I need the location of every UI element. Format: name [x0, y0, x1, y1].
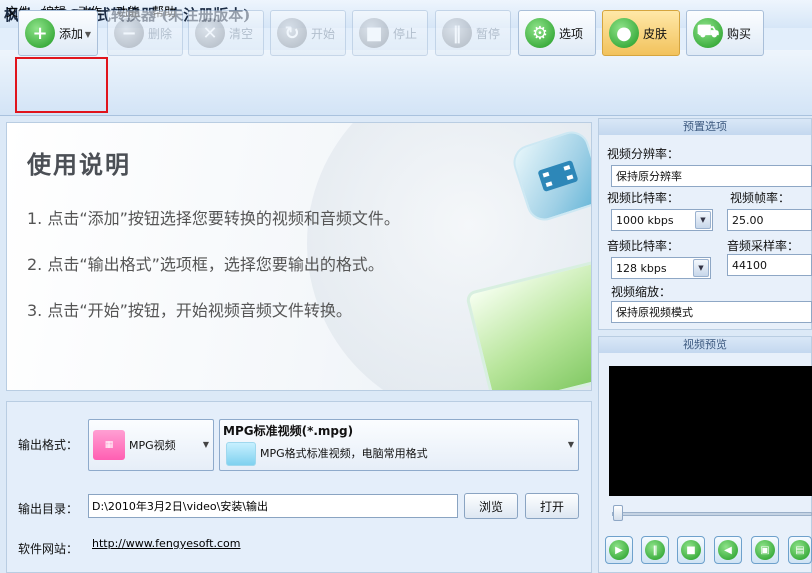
- play-icon: ▶: [609, 540, 629, 560]
- cart-icon: ⛟: [693, 18, 723, 48]
- start-label: 开始: [311, 26, 336, 41]
- x-icon: ✕: [195, 18, 225, 48]
- output-dir-input[interactable]: [88, 494, 458, 518]
- start-button[interactable]: ↻ 开始: [270, 10, 346, 56]
- samplerate-select[interactable]: 44100: [727, 254, 812, 276]
- preview-pause-button[interactable]: ‖: [641, 536, 669, 564]
- screen-icon: ▣: [755, 540, 775, 560]
- format-description: MPG格式标准视频，电脑常用格式: [260, 447, 428, 460]
- instruction-line-1: 1. 点击“添加”按钮选择您要转换的视频和音频文件。: [27, 209, 400, 228]
- add-button[interactable]: + 添加 ▼: [18, 10, 98, 56]
- stop-button[interactable]: ■ 停止: [352, 10, 428, 56]
- browse-button[interactable]: 浏览: [464, 493, 518, 519]
- volume-button[interactable]: ◀: [714, 536, 742, 564]
- video-bitrate-value: 1000 kbps: [616, 213, 674, 227]
- refresh-icon: ↻: [277, 18, 307, 48]
- stop-icon: ■: [359, 18, 389, 48]
- clear-button[interactable]: ✕ 清空: [188, 10, 264, 56]
- buy-button[interactable]: ⛟ 购买: [686, 10, 764, 56]
- folder-icon: ▤: [790, 540, 810, 560]
- apple-icon: ●: [609, 18, 639, 48]
- samplerate-value: 44100: [732, 258, 767, 272]
- snapshot-button[interactable]: ▣: [751, 536, 779, 564]
- plus-icon: +: [25, 18, 55, 48]
- folder-button[interactable]: ▤: [788, 536, 812, 564]
- scale-value: 保持原视频模式: [616, 306, 693, 319]
- toolbar: [0, 50, 812, 116]
- wrench-icon: ⚙: [525, 18, 555, 48]
- video-bitrate-label: 视频比特率：: [607, 191, 680, 205]
- add-label: 添加: [59, 26, 84, 41]
- preview-header: 视频预览: [599, 337, 811, 353]
- chevron-down-icon: ▼: [84, 30, 91, 39]
- play-button[interactable]: ▶: [605, 536, 633, 564]
- skin-label: 皮肤: [643, 26, 668, 41]
- resolution-label: 视频分辨率：: [607, 147, 680, 161]
- instruction-line-3: 3. 点击“开始”按钮，开始视频音频文件转换。: [27, 301, 352, 320]
- framerate-select[interactable]: 25.00: [727, 209, 812, 231]
- skin-button[interactable]: ● 皮肤: [602, 10, 680, 56]
- seek-slider-handle[interactable]: [613, 505, 623, 521]
- seek-slider-track[interactable]: [612, 512, 812, 516]
- speaker-icon: ◀: [718, 540, 738, 560]
- minus-icon: −: [114, 18, 144, 48]
- buy-label: 购买: [727, 26, 752, 41]
- options-button[interactable]: ⚙ 选项: [518, 10, 596, 56]
- options-label: 选项: [559, 26, 584, 41]
- delete-button[interactable]: − 删除: [107, 10, 183, 56]
- audio-bitrate-label: 音频比特率：: [607, 239, 680, 253]
- stop-label: 停止: [393, 26, 418, 41]
- output-dir-label: 输出目录：: [18, 502, 79, 516]
- highlight-box: [15, 57, 108, 113]
- format-detail-select[interactable]: MPG标准视频(*.mpg) MPG格式标准视频，电脑常用格式 ▼: [219, 419, 579, 471]
- folder-icon: [226, 442, 256, 466]
- instruction-line-2: 2. 点击“输出格式”选项框，选择您要输出的格式。: [27, 255, 384, 274]
- scale-label: 视频缩放：: [611, 285, 672, 299]
- pause-button[interactable]: ‖ 暂停: [435, 10, 511, 56]
- resolution-select[interactable]: 保持原分辨率: [611, 165, 812, 187]
- pause-icon: ‖: [645, 540, 665, 560]
- format-category-value: MPG视频: [129, 439, 176, 452]
- format-category-select[interactable]: ▦ MPG视频 ▼: [88, 419, 214, 471]
- chevron-down-icon[interactable]: ▼: [695, 211, 711, 229]
- video-bitrate-select[interactable]: 1000 kbps ▼: [611, 209, 713, 231]
- chevron-down-icon: ▼: [202, 440, 209, 449]
- chevron-down-icon: ▼: [567, 440, 574, 449]
- mpg-icon: ▦: [93, 430, 125, 460]
- website-label: 软件网站：: [18, 542, 79, 556]
- pause-icon: ‖: [442, 18, 472, 48]
- framerate-value: 25.00: [732, 213, 764, 227]
- delete-label: 删除: [148, 26, 173, 41]
- chevron-down-icon[interactable]: ▼: [693, 259, 709, 277]
- scale-select[interactable]: 保持原视频模式: [611, 301, 812, 323]
- samplerate-label: 音频采样率：: [727, 239, 800, 253]
- output-format-label: 输出格式：: [18, 438, 79, 452]
- open-button[interactable]: 打开: [525, 493, 579, 519]
- clear-label: 清空: [229, 26, 254, 41]
- stop-icon: ■: [681, 540, 701, 560]
- instructions-panel: 使用说明 1. 点击“添加”按钮选择您要转换的视频和音频文件。 2. 点击“输出…: [6, 122, 592, 391]
- format-name: MPG标准视频(*.mpg): [223, 424, 354, 438]
- website-link[interactable]: http://www.fengyesoft.com: [92, 537, 241, 550]
- framerate-label: 视频帧率：: [730, 191, 791, 205]
- instructions-title: 使用说明: [27, 151, 131, 179]
- audio-bitrate-value: 128 kbps: [616, 261, 667, 275]
- resolution-value: 保持原分辨率: [616, 170, 682, 183]
- video-preview-screen: [609, 366, 812, 496]
- presets-header: 预置选项: [599, 119, 811, 135]
- audio-bitrate-select[interactable]: 128 kbps ▼: [611, 257, 711, 279]
- pause-label: 暂停: [476, 26, 501, 41]
- preview-stop-button[interactable]: ■: [677, 536, 705, 564]
